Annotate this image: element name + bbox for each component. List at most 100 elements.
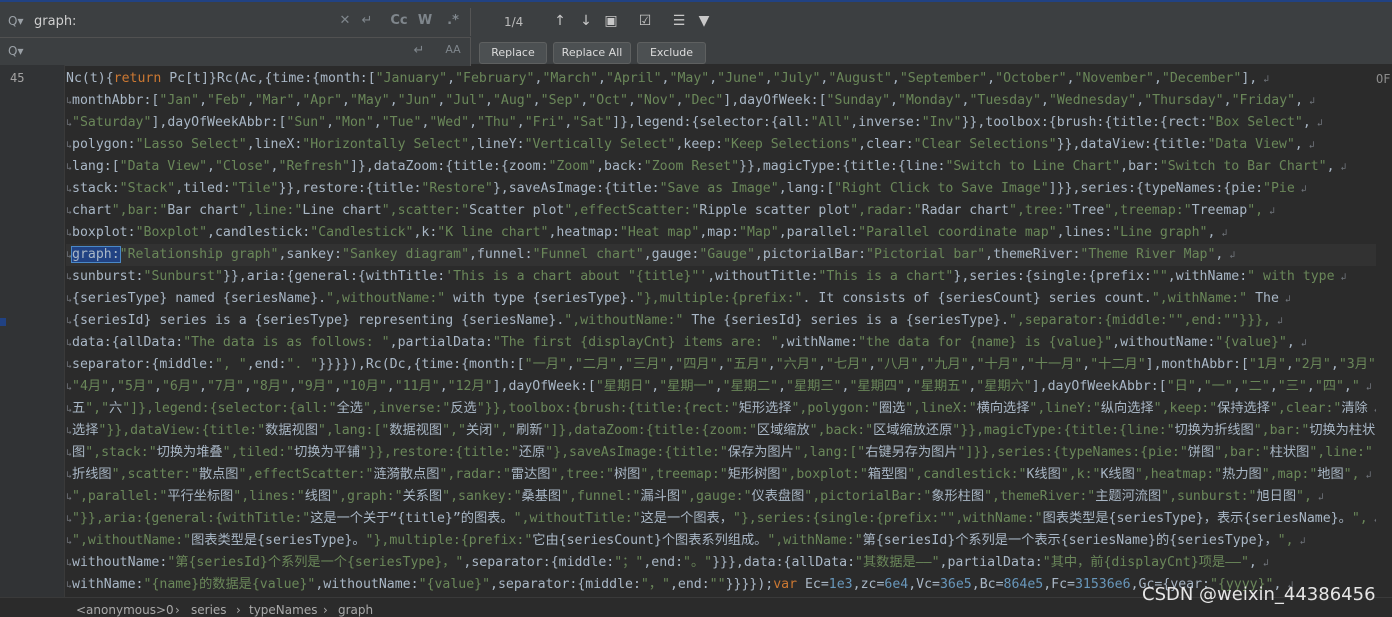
replace-field[interactable]: Q▾ ↵ AA bbox=[0, 37, 471, 66]
breadcrumb-item[interactable]: series bbox=[191, 603, 227, 617]
words-toggle[interactable]: W bbox=[416, 13, 434, 28]
soft-wrap-icon: ↲ bbox=[1359, 470, 1372, 481]
soft-wrap-icon: ↲ bbox=[1334, 272, 1347, 283]
soft-wrap-icon: ↳ bbox=[66, 162, 73, 173]
soft-wrap-icon: ↳ bbox=[66, 558, 73, 569]
newline-icon[interactable]: ↵ bbox=[358, 13, 376, 28]
soft-wrap-icon: ↲ bbox=[1263, 206, 1276, 217]
soft-wrap-icon: ↲ bbox=[1294, 338, 1307, 349]
soft-wrap-icon: ↲ bbox=[1334, 162, 1347, 173]
code-line[interactable]: ↳sunburst:"Sunburst"}},aria:{general:{wi… bbox=[66, 266, 1376, 288]
soft-wrap-icon: ↳ bbox=[66, 228, 73, 239]
soft-wrap-icon: ↲ bbox=[1302, 140, 1315, 151]
soft-wrap-icon: ↲ bbox=[1303, 96, 1316, 107]
code-line[interactable]: ↳boxplot:"Boxplot",candlestick:"Candlest… bbox=[66, 222, 1376, 244]
code-line[interactable]: ↳stack:"Stack",tiled:"Tile"}},restore:{t… bbox=[66, 178, 1376, 200]
soft-wrap-icon: ↳ bbox=[66, 184, 73, 195]
search-field[interactable]: Q▾ graph: ✕ ↵ Cc W .* bbox=[0, 8, 471, 36]
code-editor[interactable]: Nc(t){return Pc[t]}Rc(Ac,{time:{month:["… bbox=[66, 68, 1376, 596]
search-input[interactable]: graph: bbox=[34, 14, 76, 29]
match-case-toggle[interactable]: Cc bbox=[390, 13, 408, 28]
soft-wrap-icon: ↳ bbox=[66, 206, 73, 217]
line-number: 45 bbox=[10, 71, 25, 85]
soft-wrap-icon: ↲ bbox=[1256, 558, 1269, 569]
code-line[interactable]: ↳选择"}},dataView:{title:"数据视图",lang:["数据视… bbox=[66, 420, 1376, 442]
preserve-case-toggle[interactable]: AA bbox=[444, 43, 462, 56]
soft-wrap-icon: ↲ bbox=[1359, 382, 1372, 393]
code-line[interactable]: ↳"Saturday"],dayOfWeekAbbr:["Sun","Mon",… bbox=[66, 112, 1376, 134]
breadcrumb-item[interactable]: typeNames bbox=[249, 603, 317, 617]
soft-wrap-icon: ↳ bbox=[66, 448, 73, 459]
prev-occurrence-icon[interactable]: ↑ bbox=[551, 13, 569, 29]
soft-wrap-icon: ↲ bbox=[1270, 316, 1283, 327]
clear-icon[interactable]: ✕ bbox=[336, 13, 354, 28]
code-line[interactable]: ↳graph:"Relationship graph",sankey:"Sank… bbox=[66, 244, 1376, 266]
soft-wrap-icon: ↲ bbox=[1223, 250, 1236, 261]
open-in-window-icon[interactable]: ▣ bbox=[602, 13, 620, 29]
code-line[interactable]: ↳lang:["Data View","Close","Refresh"]},d… bbox=[66, 156, 1376, 178]
newline-icon[interactable]: ↵ bbox=[410, 43, 428, 58]
soft-wrap-icon: ↲ bbox=[1294, 184, 1307, 195]
soft-wrap-icon: ↲ bbox=[1373, 448, 1376, 459]
soft-wrap-icon: ↳ bbox=[66, 96, 73, 107]
replace-button[interactable]: Replace bbox=[479, 42, 547, 64]
soft-wrap-icon: ↳ bbox=[66, 272, 73, 283]
search-history-icon[interactable]: Q▾ bbox=[8, 14, 23, 28]
find-replace-panel: Q▾ graph: ✕ ↵ Cc W .* Q▾ ↵ AA 1/4 ↑ ↓ ▣ … bbox=[0, 6, 1392, 66]
breadcrumb-separator: › bbox=[236, 603, 241, 617]
soft-wrap-icon: ↲ bbox=[1368, 404, 1376, 415]
code-line[interactable]: ↳polygon:"Lasso Select",lineX:"Horizonta… bbox=[66, 134, 1376, 156]
code-line[interactable]: ↳{seriesType} named {seriesName}.",witho… bbox=[66, 288, 1376, 310]
code-line[interactable]: ↳separator:{middle:", ",end:". "}}}}),Rc… bbox=[66, 354, 1376, 376]
gutter-marker bbox=[0, 318, 6, 326]
soft-wrap-icon: ↳ bbox=[66, 426, 73, 437]
code-line[interactable]: ↳",parallel:"平行坐标图",lines:"线图",graph:"关系… bbox=[66, 486, 1376, 508]
replace-history-icon[interactable]: Q▾ bbox=[8, 44, 23, 58]
breadcrumb-separator: › bbox=[175, 603, 180, 617]
search-match: graph: bbox=[71, 246, 121, 263]
editor-gutter: 45 bbox=[0, 65, 64, 597]
next-occurrence-icon[interactable]: ↓ bbox=[577, 13, 595, 29]
code-line[interactable]: ↳图",stack:"切换为堆叠",tiled:"切换为平铺"}},restor… bbox=[66, 442, 1376, 464]
soft-wrap-icon: ↳ bbox=[66, 316, 73, 327]
soft-wrap-icon: ↳ bbox=[66, 404, 73, 415]
breadcrumb-item[interactable]: <anonymous>0 bbox=[76, 603, 174, 617]
selection-strip bbox=[0, 0, 1392, 2]
soft-wrap-icon: ↲ bbox=[1257, 74, 1270, 85]
code-line[interactable]: ↳"4月","5月","6月","7月","8月","9月","10月","11… bbox=[66, 376, 1376, 398]
replace-all-button[interactable]: Replace All bbox=[553, 42, 631, 64]
soft-wrap-icon: ↳ bbox=[66, 140, 73, 151]
right-edge-text: OF bbox=[1376, 72, 1391, 86]
gutter-divider bbox=[64, 65, 65, 597]
code-line[interactable]: ↳"}},aria:{general:{withTitle:"这是一个关于“{t… bbox=[66, 508, 1376, 530]
soft-wrap-icon: ↳ bbox=[66, 470, 73, 481]
filter-icon[interactable]: ☰ bbox=[670, 13, 688, 29]
code-line[interactable]: Nc(t){return Pc[t]}Rc(Ac,{time:{month:["… bbox=[66, 68, 1376, 90]
code-line[interactable]: ↳",withoutName:"图表类型是{seriesType}。"},mul… bbox=[66, 530, 1376, 552]
code-line[interactable]: ↳withoutName:"第{seriesId}个系列是一个{seriesTy… bbox=[66, 552, 1376, 574]
watermark: CSDN @weixin_44386456 bbox=[1142, 584, 1376, 605]
code-line[interactable]: ↳monthAbbr:["Jan","Feb","Mar","Apr","May… bbox=[66, 90, 1376, 112]
code-line[interactable]: ↳折线图",scatter:"散点图",effectScatter:"涟漪散点图… bbox=[66, 464, 1376, 486]
soft-wrap-icon: ↲ bbox=[1368, 514, 1376, 525]
soft-wrap-icon: ↳ bbox=[66, 338, 73, 349]
soft-wrap-icon: ↲ bbox=[1278, 294, 1291, 305]
funnel-icon[interactable]: ▼ bbox=[695, 13, 713, 29]
regex-toggle[interactable]: .* bbox=[444, 13, 462, 28]
soft-wrap-icon: ↳ bbox=[66, 580, 73, 591]
code-line[interactable]: ↳chart",bar:"Bar chart",line:"Line chart… bbox=[66, 200, 1376, 222]
soft-wrap-icon: ↳ bbox=[66, 360, 73, 371]
match-count: 1/4 bbox=[504, 15, 524, 29]
soft-wrap-icon: ↲ bbox=[1293, 536, 1306, 547]
soft-wrap-icon: ↲ bbox=[1310, 118, 1323, 129]
breadcrumb-separator: › bbox=[323, 603, 328, 617]
select-all-occurrences-icon[interactable]: ☑ bbox=[636, 13, 654, 29]
code-line[interactable]: ↳{seriesId} series is a {seriesType} rep… bbox=[66, 310, 1376, 332]
soft-wrap-icon: ↲ bbox=[1311, 492, 1324, 503]
soft-wrap-icon: ↳ bbox=[66, 294, 73, 305]
soft-wrap-icon: ↲ bbox=[1215, 228, 1228, 239]
code-line[interactable]: ↳五","六"]},legend:{selector:{all:"全选",inv… bbox=[66, 398, 1376, 420]
exclude-button[interactable]: Exclude bbox=[637, 42, 706, 64]
code-line[interactable]: ↳data:{allData:"The data is as follows: … bbox=[66, 332, 1376, 354]
breadcrumb-item[interactable]: graph bbox=[338, 603, 373, 617]
